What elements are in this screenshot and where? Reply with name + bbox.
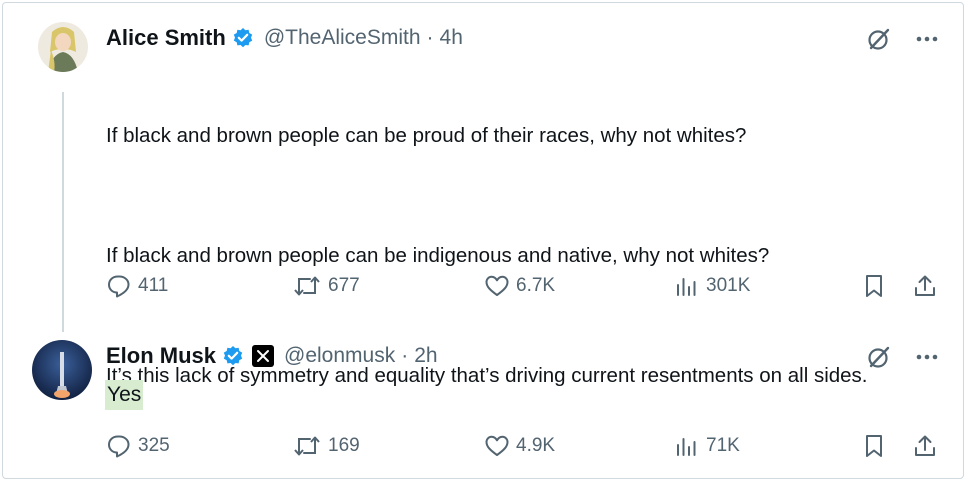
share-button[interactable]: [912, 431, 938, 461]
repost-count: 677: [328, 275, 360, 296]
repost-icon: [294, 276, 320, 296]
reply-button[interactable]: 325: [106, 431, 170, 461]
bookmark-button[interactable]: [862, 431, 886, 461]
more-icon[interactable]: [916, 36, 938, 42]
like-count: 6.7K: [516, 275, 556, 296]
author-name[interactable]: Elon Musk: [106, 343, 216, 369]
meta-separator: ·: [426, 26, 434, 49]
reply-count: 411: [138, 275, 169, 296]
tweet-top-actions: [866, 26, 938, 52]
views-button[interactable]: 301K: [674, 271, 750, 301]
tweet-body: Yes: [105, 380, 144, 410]
repost-icon: [294, 436, 320, 456]
tweet-timestamp[interactable]: 4h: [440, 26, 463, 50]
avatar-alice[interactable]: [38, 22, 88, 72]
share-icon: [915, 435, 935, 456]
grok-icon[interactable]: [866, 26, 892, 52]
author-handle[interactable]: @TheAliceSmith: [264, 26, 421, 50]
views-count: 301K: [706, 275, 751, 296]
reply-button[interactable]: 411: [106, 271, 168, 301]
grok-icon[interactable]: [866, 344, 892, 370]
reply-icon: [108, 435, 130, 458]
meta-separator: ·: [401, 344, 409, 367]
bookmark-icon: [866, 435, 882, 457]
x-affiliate-badge-icon[interactable]: [252, 345, 275, 367]
tweet-top-actions: [866, 344, 938, 370]
author-handle[interactable]: @elonmusk: [284, 344, 395, 368]
share-icon: [915, 275, 935, 296]
bookmark-button[interactable]: [862, 271, 886, 301]
tweet-header: Elon Musk @elonmusk · 2h: [106, 341, 438, 371]
author-name[interactable]: Alice Smith: [106, 25, 226, 51]
verified-badge-icon: [232, 27, 254, 49]
like-button[interactable]: 4.9K: [484, 431, 555, 461]
tweet-paragraph: If black and brown people can be indigen…: [106, 244, 770, 267]
like-icon: [485, 275, 509, 296]
like-button[interactable]: 6.7K: [484, 271, 555, 301]
tweet-header: Alice Smith @TheAliceSmith · 4h: [106, 23, 463, 53]
views-button[interactable]: 71K: [674, 431, 740, 461]
tweet-paragraph: If black and brown people can be proud o…: [106, 124, 747, 147]
avatar-elon[interactable]: [32, 340, 92, 400]
bookmark-icon: [866, 275, 882, 297]
like-count: 4.9K: [516, 435, 556, 456]
tweet-action-bar: 411 677 6.7K 301K: [106, 271, 946, 301]
tweet-timestamp[interactable]: 2h: [414, 344, 437, 368]
views-icon: [677, 438, 696, 456]
verified-badge-icon: [222, 345, 244, 367]
reply-count: 325: [138, 435, 170, 456]
like-icon: [485, 435, 509, 456]
thread-connector-line: [62, 92, 64, 332]
reply-icon: [108, 275, 130, 298]
repost-button[interactable]: 169: [292, 431, 360, 461]
more-icon[interactable]: [916, 354, 938, 360]
views-count: 71K: [706, 435, 740, 456]
repost-count: 169: [328, 435, 360, 456]
views-icon: [677, 278, 696, 296]
share-button[interactable]: [912, 271, 938, 301]
repost-button[interactable]: 677: [292, 271, 360, 301]
tweet-action-bar: 325 169 4.9K 71K: [106, 431, 946, 461]
